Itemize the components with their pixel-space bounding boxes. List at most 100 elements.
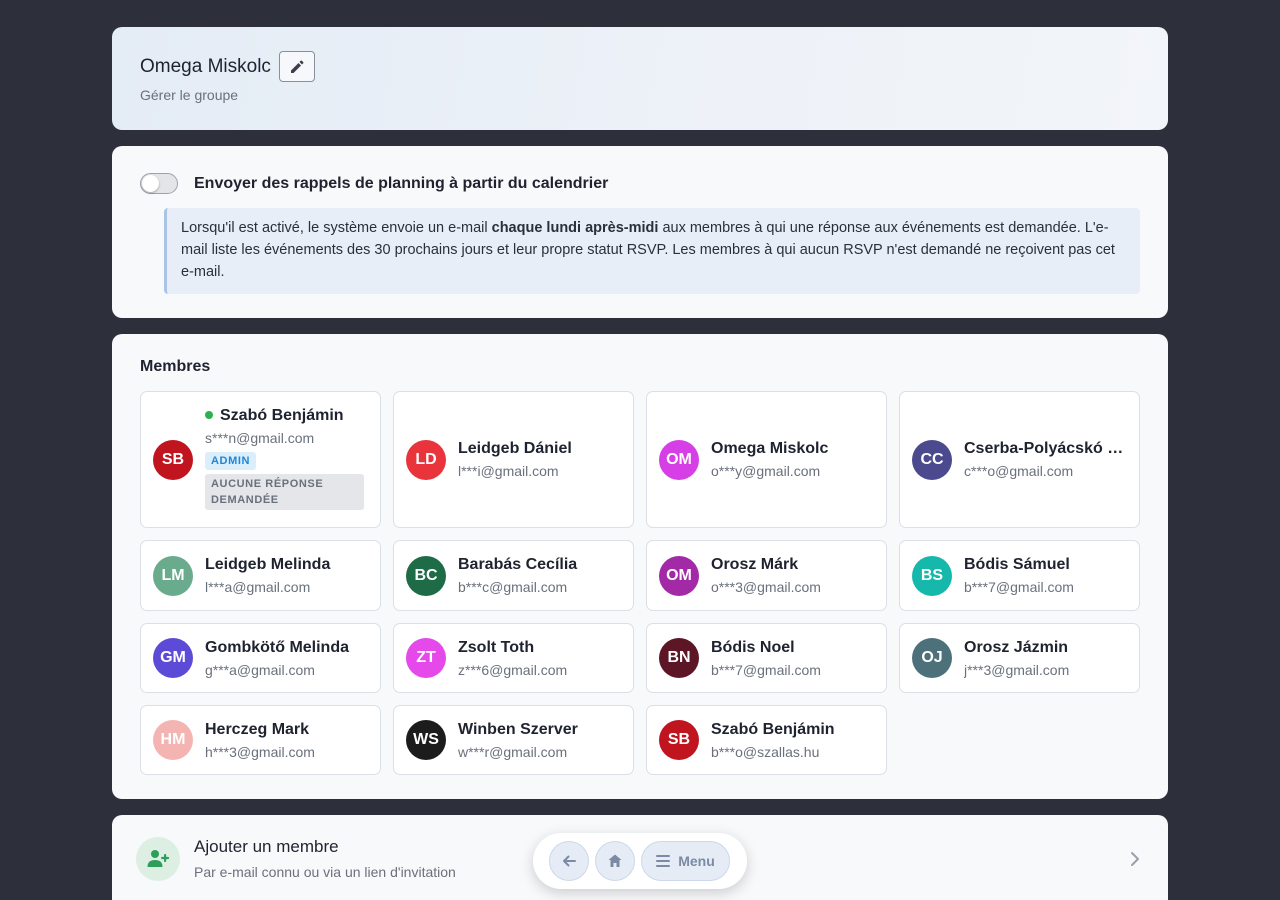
member-card[interactable]: BC Barabás Cecília b***c@gmail.com [393, 540, 634, 611]
member-card[interactable]: LM Leidgeb Melinda l***a@gmail.com [140, 540, 381, 611]
member-info: Leidgeb Dániel l***i@gmail.com [458, 439, 623, 481]
chevron-right-icon [1131, 852, 1139, 866]
member-email: b***7@gmail.com [964, 579, 1074, 595]
members-card: Membres SB Szabó Benjámin s***n@gmail.co… [112, 334, 1168, 799]
arrow-left-icon [563, 855, 576, 867]
reminder-settings-card: Envoyer des rappels de planning à partir… [112, 146, 1168, 318]
group-title: Omega Miskolc [140, 55, 271, 77]
member-card[interactable]: OJ Orosz Jázmin j***3@gmail.com [899, 623, 1140, 693]
avatar: CC [912, 440, 952, 480]
member-info: Zsolt Toth z***6@gmail.com [458, 638, 623, 680]
member-name: Omega Miskolc [711, 440, 829, 457]
info-text-bold: chaque lundi après-midi [491, 220, 659, 236]
member-info: Winben Szerver w***r@gmail.com [458, 720, 623, 762]
member-info: Cserba-Polyácskó Csaba c***o@gmail.com [964, 439, 1129, 481]
member-info: Omega Miskolc o***y@gmail.com [711, 439, 876, 481]
member-email: b***o@szallas.hu [711, 744, 820, 760]
member-name: Gombkötő Melinda [205, 639, 349, 656]
member-name: Leidgeb Melinda [205, 556, 331, 573]
menu-label: Menu [678, 853, 715, 869]
member-email: h***3@gmail.com [205, 744, 315, 760]
member-name: Barabás Cecília [458, 556, 578, 573]
member-info: Szabó Benjámin b***o@szallas.hu [711, 720, 876, 762]
group-header-card: Omega Miskolc Gérer le groupe [112, 27, 1168, 130]
member-info: Herczeg Mark h***3@gmail.com [205, 720, 370, 762]
member-card[interactable]: OM Omega Miskolc o***y@gmail.com [646, 391, 887, 528]
avatar: OM [659, 440, 699, 480]
member-card[interactable]: SB Szabó Benjámin s***n@gmail.com ADMIN … [140, 391, 381, 528]
member-name: Herczeg Mark [205, 721, 310, 738]
avatar: SB [659, 720, 699, 760]
member-name: Winben Szerver [458, 721, 578, 738]
member-info: Bódis Noel b***7@gmail.com [711, 638, 876, 680]
member-info: Orosz Márk o***3@gmail.com [711, 555, 876, 597]
member-name: Zsolt Toth [458, 639, 535, 656]
member-card[interactable]: WS Winben Szerver w***r@gmail.com [393, 705, 634, 775]
member-email: b***7@gmail.com [711, 662, 821, 678]
toggle-knob [142, 175, 159, 192]
member-email: l***i@gmail.com [458, 463, 559, 479]
member-name: Bódis Noel [711, 639, 795, 656]
group-title-row: Omega Miskolc [140, 51, 315, 82]
admin-badge: ADMIN [205, 452, 257, 470]
member-email: s***n@gmail.com [205, 430, 315, 446]
home-button[interactable] [595, 841, 635, 881]
group-subtitle: Gérer le groupe [140, 87, 239, 103]
member-email: g***a@gmail.com [205, 662, 315, 678]
info-text-part1: Lorsqu'il est activé, le système envoie … [181, 220, 492, 236]
member-email: z***6@gmail.com [458, 662, 568, 678]
pencil-icon [290, 60, 304, 73]
member-name: Szabó Benjámin [711, 721, 835, 738]
hamburger-icon [656, 855, 671, 867]
member-info: Bódis Sámuel b***7@gmail.com [964, 555, 1129, 597]
avatar: LM [153, 556, 193, 596]
member-email: c***o@gmail.com [964, 463, 1074, 479]
member-email: b***c@gmail.com [458, 579, 568, 595]
add-member-title: Ajouter un membre [194, 837, 339, 856]
member-name: Bódis Sámuel [964, 556, 1070, 573]
member-name: Szabó Benjámin [205, 406, 370, 426]
member-email: w***r@gmail.com [458, 744, 568, 760]
avatar: GM [153, 638, 193, 678]
member-name: Orosz Márk [711, 556, 799, 573]
avatar: BS [912, 556, 952, 596]
avatar: LD [406, 440, 446, 480]
member-info: Barabás Cecília b***c@gmail.com [458, 555, 623, 597]
edit-group-button[interactable] [278, 51, 315, 82]
member-info: Leidgeb Melinda l***a@gmail.com [205, 555, 370, 597]
member-email: l***a@gmail.com [205, 579, 311, 595]
avatar: WS [406, 720, 446, 760]
reminder-label: Envoyer des rappels de planning à partir… [194, 175, 609, 192]
avatar: SB [153, 440, 193, 480]
home-icon [608, 854, 622, 867]
member-name: Orosz Jázmin [964, 639, 1069, 656]
member-card[interactable]: BN Bódis Noel b***7@gmail.com [646, 623, 887, 693]
member-card[interactable]: CC Cserba-Polyácskó Csaba c***o@gmail.co… [899, 391, 1140, 528]
member-card[interactable]: SB Szabó Benjámin b***o@szallas.hu [646, 705, 887, 775]
avatar: BC [406, 556, 446, 596]
member-card[interactable]: BS Bódis Sámuel b***7@gmail.com [899, 540, 1140, 611]
no-rsvp-badge: AUCUNE RÉPONSE DEMANDÉE [205, 474, 364, 510]
add-user-icon [136, 837, 180, 881]
member-name: Leidgeb Dániel [458, 440, 572, 457]
member-email: o***y@gmail.com [711, 463, 821, 479]
online-status-dot [205, 410, 213, 419]
reminder-toggle[interactable] [140, 173, 178, 194]
menu-button[interactable]: Menu [641, 841, 730, 881]
floating-nav: Menu [533, 833, 747, 889]
avatar: BN [659, 638, 699, 678]
members-title: Membres [140, 358, 211, 375]
member-card[interactable]: ZT Zsolt Toth z***6@gmail.com [393, 623, 634, 693]
avatar: OM [659, 556, 699, 596]
add-member-subtitle: Par e-mail connu ou via un lien d'invita… [194, 864, 456, 880]
avatar: HM [153, 720, 193, 760]
member-card[interactable]: LD Leidgeb Dániel l***i@gmail.com [393, 391, 634, 528]
member-info: Szabó Benjámin s***n@gmail.com ADMIN AUC… [205, 406, 370, 510]
back-button[interactable] [549, 841, 589, 881]
member-card[interactable]: HM Herczeg Mark h***3@gmail.com [140, 705, 381, 775]
avatar: ZT [406, 638, 446, 678]
member-card[interactable]: OM Orosz Márk o***3@gmail.com [646, 540, 887, 611]
reminder-info-box: Lorsqu'il est activé, le système envoie … [164, 208, 1140, 294]
member-card[interactable]: GM Gombkötő Melinda g***a@gmail.com [140, 623, 381, 693]
avatar: OJ [912, 638, 952, 678]
